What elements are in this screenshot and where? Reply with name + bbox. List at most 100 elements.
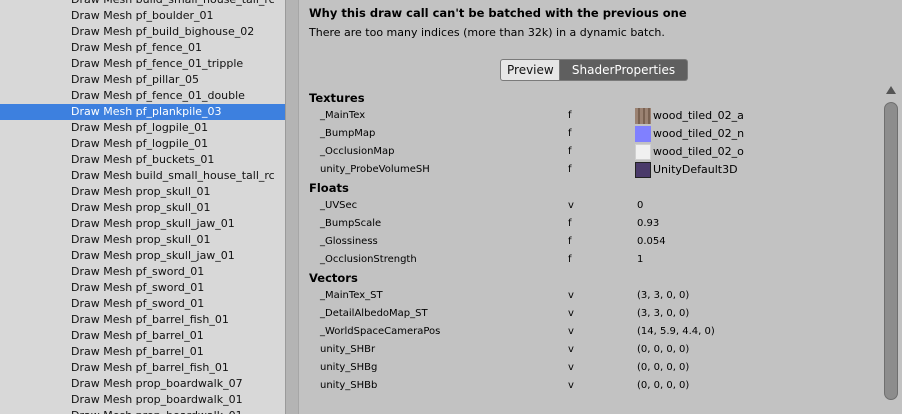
property-type: v (568, 290, 574, 301)
property-value[interactable]: UnityDefault3D (635, 161, 738, 180)
tree-item[interactable]: Draw Mesh pf_sword_01 (0, 264, 285, 280)
section-header-textures: Textures (309, 91, 365, 105)
property-name: _WorldSpaceCameraPos (320, 326, 441, 337)
frame-event-list: Draw Mesh build_small_house_tall_rcDraw … (0, 0, 285, 414)
property-row: unity_SHBb v (0, 0, 0, 0) (299, 377, 884, 395)
texture-name: wood_tiled_02_a (653, 109, 744, 122)
property-type: f (568, 128, 572, 139)
property-name: _BumpScale (320, 218, 382, 229)
property-row: _MainTex f wood_tiled_02_a (299, 107, 884, 125)
property-name: unity_ProbeVolumeSH (320, 164, 430, 175)
texture-thumbnail-icon[interactable] (635, 144, 651, 160)
view-toggle: Preview ShaderProperties (500, 59, 688, 81)
tree-item[interactable]: Draw Mesh build_small_house_tall_rc (0, 0, 285, 8)
property-value: (0, 0, 0, 0) (637, 344, 690, 355)
property-type: v (568, 344, 574, 355)
details-panel: Why this draw call can't be batched with… (299, 0, 902, 414)
tree-item[interactable]: Draw Mesh prop_skull_01 (0, 200, 285, 216)
property-type: v (568, 362, 574, 373)
batch-reason-text: There are too many indices (more than 32… (309, 26, 665, 39)
property-value: 0 (637, 200, 644, 211)
property-value[interactable]: wood_tiled_02_n (635, 125, 744, 144)
property-row: _OcclusionStrength f 1 (299, 251, 884, 269)
shader-properties-tab-button[interactable]: ShaderProperties (560, 59, 688, 81)
property-row: _UVSec v 0 (299, 197, 884, 215)
property-value: (0, 0, 0, 0) (637, 380, 690, 391)
tree-item[interactable]: Draw Mesh pf_boulder_01 (0, 8, 285, 24)
property-name: _UVSec (320, 200, 358, 211)
batch-reason-title: Why this draw call can't be batched with… (309, 6, 687, 20)
property-row: _BumpScale f 0.93 (299, 215, 884, 233)
property-row: _WorldSpaceCameraPos v (14, 5.9, 4.4, 0) (299, 323, 884, 341)
property-row: _MainTex_ST v (3, 3, 0, 0) (299, 287, 884, 305)
property-type: v (568, 308, 574, 319)
property-type: f (568, 110, 572, 121)
property-value[interactable]: wood_tiled_02_o (635, 143, 744, 162)
property-name: unity_SHBr (320, 344, 376, 355)
texture-name: wood_tiled_02_n (653, 127, 745, 140)
property-value: (3, 3, 0, 0) (637, 308, 690, 319)
tree-item[interactable]: Draw Mesh pf_barrel_fish_01 (0, 360, 285, 376)
property-row: _DetailAlbedoMap_ST v (3, 3, 0, 0) (299, 305, 884, 323)
property-value[interactable]: wood_tiled_02_a (635, 107, 744, 126)
texture-name: UnityDefault3D (653, 163, 738, 176)
tree-item[interactable]: Draw Mesh pf_logpile_01 (0, 120, 285, 136)
property-name: _MainTex (320, 110, 366, 121)
tree-item[interactable]: Draw Mesh pf_build_bighouse_02 (0, 24, 285, 40)
tree-item[interactable]: Draw Mesh prop_skull_01 (0, 184, 285, 200)
property-row: unity_SHBg v (0, 0, 0, 0) (299, 359, 884, 377)
tree-item[interactable]: Draw Mesh prop_skull_01 (0, 232, 285, 248)
preview-tab-button[interactable]: Preview (500, 59, 560, 81)
tree-item[interactable]: Draw Mesh pf_sword_01 (0, 296, 285, 312)
tree-item[interactable]: Draw Mesh prop_boardwalk_07 (0, 376, 285, 392)
property-row: _Glossiness f 0.054 (299, 233, 884, 251)
property-value: 0.054 (637, 236, 666, 247)
texture-name: wood_tiled_02_o (653, 145, 744, 158)
tree-item[interactable]: Draw Mesh build_small_house_tall_rc (0, 168, 285, 184)
property-name: unity_SHBb (320, 380, 378, 391)
tree-item[interactable]: Draw Mesh pf_pillar_05 (0, 72, 285, 88)
property-value: 1 (637, 254, 644, 265)
property-name: _OcclusionMap (320, 146, 395, 157)
shader-properties-list: Textures _MainTex f wood_tiled_02_a _BumpMap… (299, 89, 884, 395)
tree-item-selected[interactable]: Draw Mesh pf_plankpile_03 (0, 104, 285, 120)
property-row: unity_SHBr v (0, 0, 0, 0) (299, 341, 884, 359)
tree-item[interactable]: Draw Mesh pf_sword_01 (0, 280, 285, 296)
property-type: f (568, 236, 572, 247)
texture-thumbnail-icon[interactable] (635, 162, 651, 178)
property-row: _BumpMap f wood_tiled_02_n (299, 125, 884, 143)
tree-item[interactable]: Draw Mesh pf_buckets_01 (0, 152, 285, 168)
property-row: _OcclusionMap f wood_tiled_02_o (299, 143, 884, 161)
tree-item[interactable]: Draw Mesh prop_boardwalk_01 (0, 392, 285, 408)
panel-splitter[interactable] (285, 0, 299, 414)
tree-list: Draw Mesh build_small_house_tall_rcDraw … (0, 0, 285, 414)
tree-item[interactable]: Draw Mesh prop_skull_jaw_01 (0, 248, 285, 264)
section-header-vectors: Vectors (309, 271, 358, 285)
tree-item[interactable]: Draw Mesh prop_boardwalk_01 (0, 408, 285, 414)
property-name: _DetailAlbedoMap_ST (320, 308, 428, 319)
texture-thumbnail-icon[interactable] (635, 126, 651, 142)
property-value: (0, 0, 0, 0) (637, 362, 690, 373)
vertical-scrollbar[interactable] (883, 86, 899, 414)
tree-item[interactable]: Draw Mesh pf_fence_01_tripple (0, 56, 285, 72)
tree-item[interactable]: Draw Mesh pf_fence_01_double (0, 88, 285, 104)
property-name: _BumpMap (320, 128, 376, 139)
property-name: _OcclusionStrength (320, 254, 417, 265)
tree-item[interactable]: Draw Mesh pf_barrel_fish_01 (0, 312, 285, 328)
tree-item[interactable]: Draw Mesh pf_barrel_01 (0, 344, 285, 360)
property-value: 0.93 (637, 218, 660, 229)
tree-item[interactable]: Draw Mesh prop_skull_jaw_01 (0, 216, 285, 232)
property-value: (3, 3, 0, 0) (637, 290, 690, 301)
property-name: _Glossiness (320, 236, 378, 247)
texture-thumbnail-icon[interactable] (635, 108, 651, 124)
tree-item[interactable]: Draw Mesh pf_fence_01 (0, 40, 285, 56)
property-name: _MainTex_ST (320, 290, 383, 301)
property-type: v (568, 326, 574, 337)
property-value: (14, 5.9, 4.4, 0) (637, 326, 715, 337)
scrollbar-thumb[interactable] (884, 102, 898, 400)
tree-item[interactable]: Draw Mesh pf_logpile_01 (0, 136, 285, 152)
tree-item[interactable]: Draw Mesh pf_barrel_01 (0, 328, 285, 344)
property-type: f (568, 254, 572, 265)
property-type: v (568, 380, 574, 391)
scroll-up-arrow-icon[interactable] (886, 86, 896, 94)
